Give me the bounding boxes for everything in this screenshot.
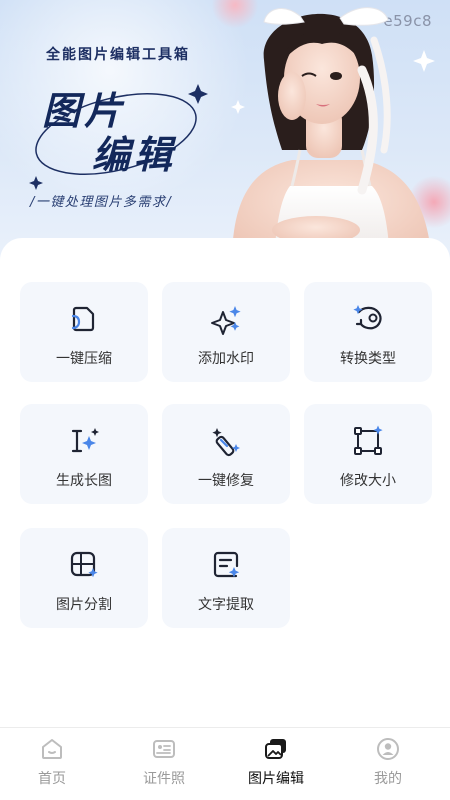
sparkle-watermark-icon [211,306,241,335]
id-card-icon [153,740,175,758]
text-cursor-sparkle-icon [71,428,99,453]
image-split-icon [70,551,98,578]
tool-label: 生成长图 [56,473,112,489]
tool-long-image-button[interactable]: 生成长图 [20,404,148,504]
tab-image-edit[interactable]: 图片编辑 [236,736,316,788]
resize-icon [354,425,383,455]
home-icon [42,739,62,759]
tab-id-photo[interactable]: 证件照 [124,736,204,788]
banner-title-line2: 编辑 [92,132,177,177]
tool-repair-button[interactable]: 一键修复 [162,404,290,504]
user-icon [377,738,399,760]
hero-banner: 全能图片编辑工具箱 图片 编辑 /一键处理图片多需求/ e59c8 [0,0,450,262]
model-portrait-image [231,7,435,262]
bottom-tab-bar: 首页 证件照 图片编辑 我的 [0,727,450,800]
tab-home[interactable]: 首页 [12,736,92,788]
tab-label: 我的 [374,771,402,787]
tool-compress-button[interactable]: 一键压缩 [20,282,148,382]
tool-convert-button[interactable]: 转换类型 [304,282,432,382]
tool-label: 添加水印 [198,351,254,367]
magic-wand-icon [212,428,240,457]
tool-text-extract-button[interactable]: 文字提取 [162,528,290,628]
banner-tagline: 全能图片编辑工具箱 [46,47,190,63]
tool-label: 修改大小 [340,473,396,489]
image-edit-icon [265,739,286,759]
tab-label: 首页 [38,771,66,787]
tool-label: 一键压缩 [56,351,112,367]
tool-label: 文字提取 [198,597,254,613]
tab-label: 证件照 [143,771,185,787]
tab-label: 图片编辑 [248,771,304,787]
tool-watermark-button[interactable]: 添加水印 [162,282,290,382]
tool-resize-button[interactable]: 修改大小 [304,404,432,504]
tab-mine[interactable]: 我的 [348,736,428,788]
convert-type-icon [353,305,382,330]
tools-panel: 一键压缩 添加水印 转换类型 生成长图 一键修复 修改大小 图片分割 文字提取 [0,238,450,728]
tool-label: 一键修复 [198,473,254,489]
banner-subtitle: /一键处理图片多需求/ [30,195,173,210]
text-extract-icon [213,551,240,578]
tool-label: 图片分割 [56,597,112,613]
tool-label: 转换类型 [340,351,396,367]
compress-icon [71,306,95,332]
tool-split-button[interactable]: 图片分割 [20,528,148,628]
